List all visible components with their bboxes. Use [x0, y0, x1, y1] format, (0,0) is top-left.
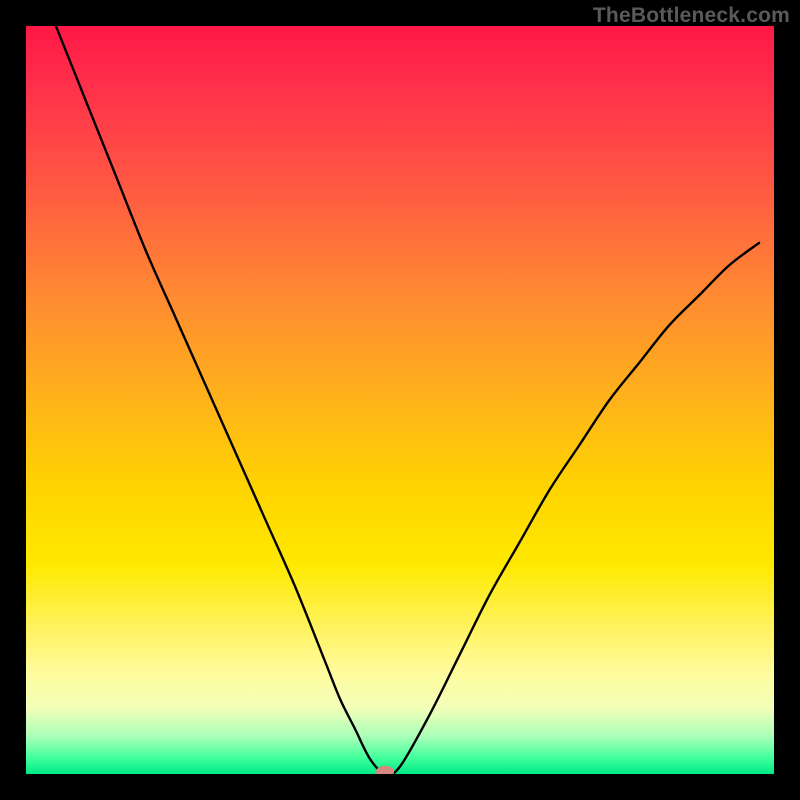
watermark-text: TheBottleneck.com — [593, 4, 790, 28]
chart-frame: TheBottleneck.com — [0, 0, 800, 800]
optimum-marker — [376, 766, 394, 774]
curve-svg — [26, 26, 774, 774]
bottleneck-curve-path — [56, 26, 759, 774]
plot-area — [26, 26, 774, 774]
